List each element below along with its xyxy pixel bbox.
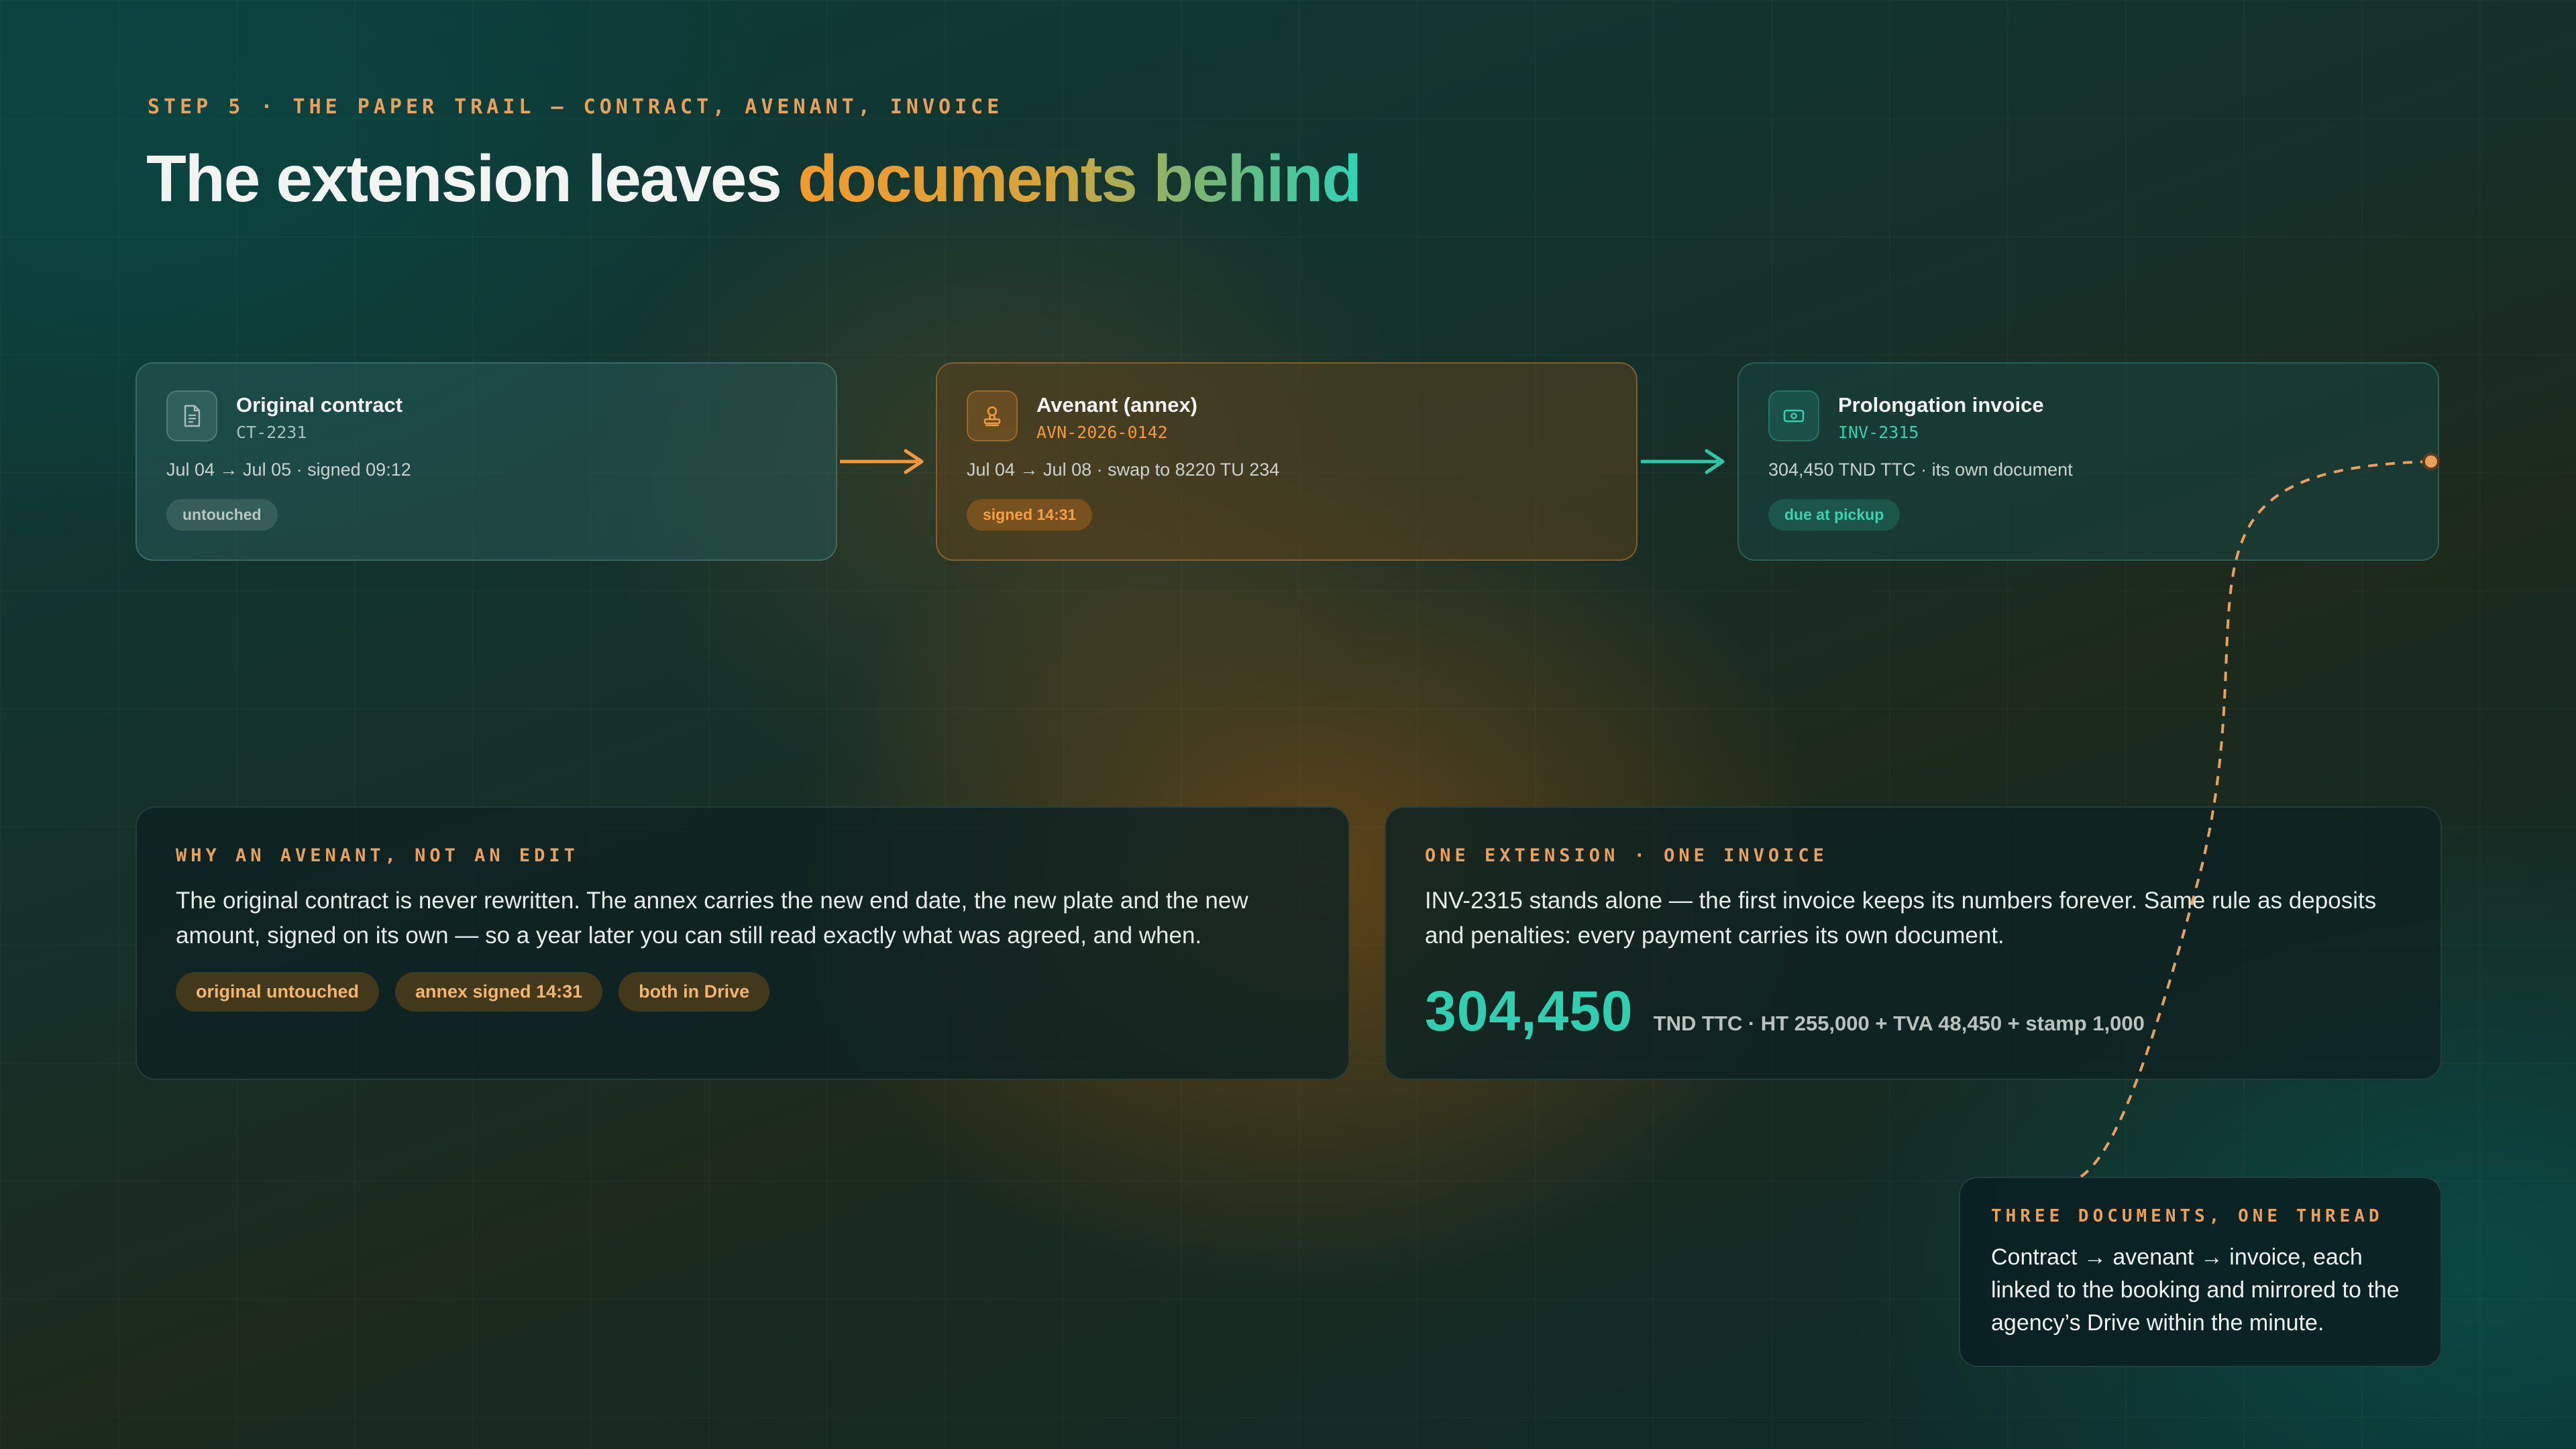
- card-body: INV-2315 stands alone — the first invoic…: [1425, 888, 2377, 949]
- arrow-original-to-avenant: [840, 449, 924, 474]
- one-invoice-card: ONE EXTENSION · ONE INVOICE INV-2315 sta…: [1385, 806, 2442, 1080]
- document-title: Avenant (annex): [1036, 393, 1198, 417]
- tag-annex-signed: annex signed 14:31: [395, 972, 603, 1012]
- invoice-card[interactable]: Prolongation invoice INV-2315 304,450 TN…: [1737, 362, 2439, 561]
- card-label: WHY AN AVENANT, NOT AN EDIT: [176, 845, 579, 866]
- banknote-icon: [1768, 390, 1819, 441]
- avenant-card[interactable]: Avenant (annex) AVN-2026-0142 Jul 04 → J…: [936, 362, 1638, 561]
- document-code: CT-2231: [236, 423, 307, 442]
- stamp-icon: [967, 390, 1018, 441]
- invoice-breakdown: TND TTC · HT 255,000 + TVA 48,450 + stam…: [1653, 1012, 2145, 1035]
- callout-label: THREE DOCUMENTS, ONE THREAD: [1991, 1206, 2383, 1226]
- tag-original-untouched: original untouched: [176, 972, 379, 1012]
- document-meta: 304,450 TND TTC · its own document: [1768, 460, 2073, 480]
- document-title: Prolongation invoice: [1838, 393, 2044, 417]
- card-body: The original contract is never rewritten…: [176, 888, 1248, 949]
- document-title: Original contract: [236, 393, 403, 417]
- invoice-amount: 304,450: [1425, 979, 1633, 1042]
- title-plain: The extension leaves: [146, 142, 798, 215]
- tag-both-in-drive: both in Drive: [619, 972, 770, 1012]
- thread-callout: THREE DOCUMENTS, ONE THREAD Contract → a…: [1959, 1177, 2442, 1367]
- callout-body: Contract → avenant → invoice, each linke…: [1991, 1244, 2400, 1336]
- original-contract-card[interactable]: Original contract CT-2231 Jul 04 → Jul 0…: [136, 362, 837, 561]
- arrow-avenant-to-invoice: [1641, 449, 1725, 474]
- document-icon: [166, 390, 217, 441]
- status-badge: untouched: [166, 499, 278, 531]
- document-code: INV-2315: [1838, 423, 1919, 442]
- status-badge: due at pickup: [1768, 499, 1900, 531]
- document-meta: Jul 04 → Jul 05 · signed 09:12: [166, 460, 411, 480]
- title-highlight: documents behind: [798, 142, 1362, 215]
- why-avenant-card: WHY AN AVENANT, NOT AN EDIT The original…: [136, 806, 1350, 1080]
- status-badge: signed 14:31: [967, 499, 1093, 531]
- card-label: ONE EXTENSION · ONE INVOICE: [1425, 845, 1828, 866]
- step-eyebrow: STEP 5 · THE PAPER TRAIL — CONTRACT, AVE…: [148, 95, 1004, 119]
- page-title: The extension leaves documents behind: [146, 141, 1362, 217]
- document-code: AVN-2026-0142: [1036, 423, 1168, 442]
- document-meta: Jul 04 → Jul 08 · swap to 8220 TU 234: [967, 460, 1280, 480]
